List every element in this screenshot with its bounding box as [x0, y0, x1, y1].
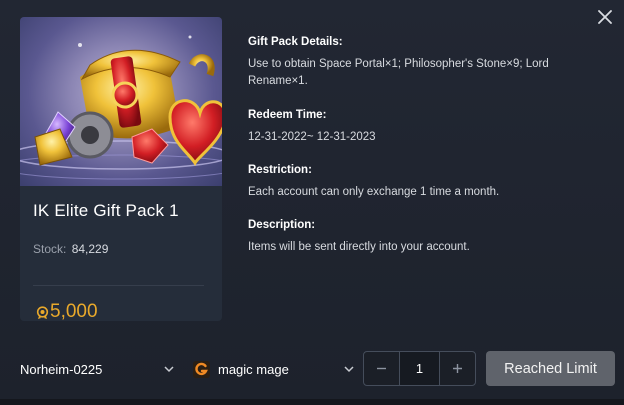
chevron-down-icon	[164, 366, 174, 373]
minus-icon	[377, 367, 386, 370]
redeem-time-text: 12-31-2022~ 12-31-2023	[248, 130, 376, 143]
redeem-time-section: Redeem Time: 12-31-2022~ 12-31-2023	[248, 107, 588, 146]
pack-details-section: Gift Pack Details: Use to obtain Space P…	[248, 34, 588, 91]
quantity-value[interactable]: 1	[399, 352, 440, 385]
close-button[interactable]	[594, 6, 616, 28]
plus-icon	[453, 364, 462, 373]
gift-pack-image	[20, 17, 222, 186]
stock-info: Stock: 84,229	[33, 242, 108, 256]
gift-pack-dialog: IK Elite Gift Pack 1 Stock: 84,229 5,000…	[0, 0, 624, 405]
decrement-button[interactable]	[364, 352, 399, 385]
quantity-stepper: 1	[363, 351, 476, 386]
stock-label: Stock:	[33, 242, 67, 256]
pack-details-heading: Gift Pack Details:	[248, 36, 343, 48]
price-value: 5,000	[50, 301, 98, 321]
restriction-section: Restriction: Each account can only excha…	[248, 162, 588, 201]
description-heading: Description:	[248, 219, 316, 231]
coin-icon	[36, 305, 49, 319]
gift-pack-name: IK Elite Gift Pack 1	[33, 201, 179, 220]
increment-button[interactable]	[440, 352, 475, 385]
bottom-strip	[0, 399, 624, 405]
redeem-time-heading: Redeem Time:	[248, 109, 327, 121]
gift-card: IK Elite Gift Pack 1 Stock: 84,229 5,000	[20, 17, 222, 321]
restriction-text: Each account can only exchange 1 time a …	[248, 185, 500, 198]
close-icon	[598, 10, 612, 24]
chevron-down-icon	[344, 366, 354, 373]
character-value: magic mage	[218, 361, 289, 377]
stock-value: 84,229	[71, 242, 109, 256]
server-value: Norheim-0225	[20, 361, 103, 377]
description-section: Description: Items will be sent directly…	[248, 217, 588, 256]
server-select[interactable]: Norheim-0225	[20, 352, 175, 386]
price: 5,000	[36, 301, 98, 321]
restriction-heading: Restriction:	[248, 164, 312, 176]
reached-limit-button[interactable]: Reached Limit	[486, 351, 615, 386]
pack-details-text: Use to obtain Space Portal×1; Philosophe…	[248, 57, 549, 88]
g-logo-icon	[193, 360, 210, 378]
description-text: Items will be sent directly into your ac…	[248, 240, 470, 253]
character-select[interactable]: magic mage	[193, 352, 355, 386]
card-divider	[33, 285, 204, 286]
